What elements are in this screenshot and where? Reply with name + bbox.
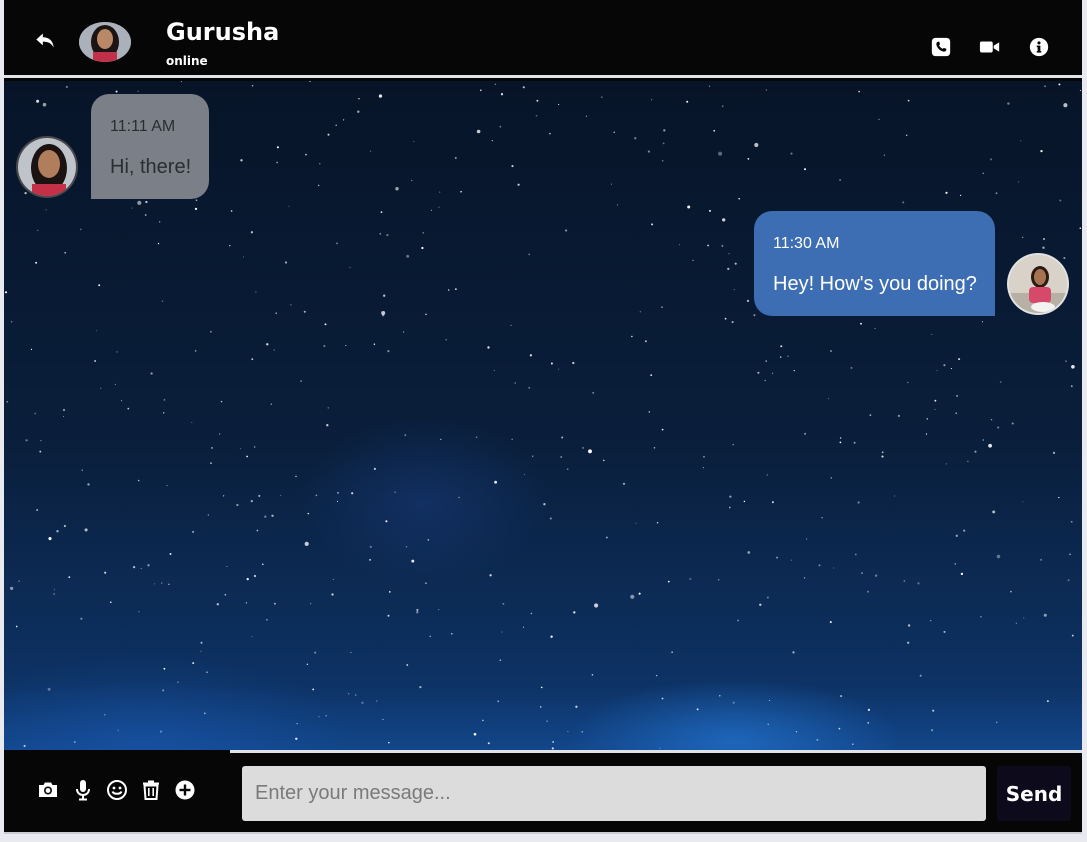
- outgoing-message-bubble: 11:30 AM Hey! How's you doing?: [754, 211, 995, 316]
- contact-name: Gurusha: [166, 18, 280, 46]
- sender-avatar[interactable]: [16, 136, 78, 198]
- plus-circle-icon[interactable]: [173, 778, 197, 802]
- microphone-icon[interactable]: [71, 778, 95, 802]
- message-input[interactable]: [242, 766, 986, 821]
- message-time: 11:30 AM: [773, 235, 840, 252]
- user-avatar[interactable]: [1007, 253, 1069, 315]
- attachment-toolbar: [4, 750, 230, 832]
- smiley-icon[interactable]: [105, 778, 129, 802]
- chat-messages-area[interactable]: 11:11 AM Hi, there! 11:30 AM Hey! How's …: [4, 81, 1082, 750]
- reply-arrow-icon[interactable]: [32, 27, 58, 53]
- video-camera-icon[interactable]: [979, 36, 1001, 58]
- send-button[interactable]: Send: [997, 766, 1071, 821]
- info-icon[interactable]: [1028, 36, 1050, 58]
- avatar[interactable]: [79, 22, 131, 62]
- trash-icon[interactable]: [139, 778, 163, 802]
- message-text: Hey! How's you doing?: [773, 273, 977, 295]
- message-composer: Send: [230, 750, 1082, 832]
- chat-window: Gurusha online 11:11 AM Hi, there! 11:30…: [4, 0, 1082, 834]
- phone-icon[interactable]: [930, 36, 952, 58]
- contact-status: online: [166, 54, 208, 68]
- message-text: Hi, there!: [110, 156, 192, 178]
- chat-header: Gurusha online: [4, 0, 1082, 78]
- camera-icon[interactable]: [36, 778, 60, 802]
- incoming-message-bubble: 11:11 AM Hi, there!: [91, 94, 209, 199]
- message-time: 11:11 AM: [110, 118, 176, 135]
